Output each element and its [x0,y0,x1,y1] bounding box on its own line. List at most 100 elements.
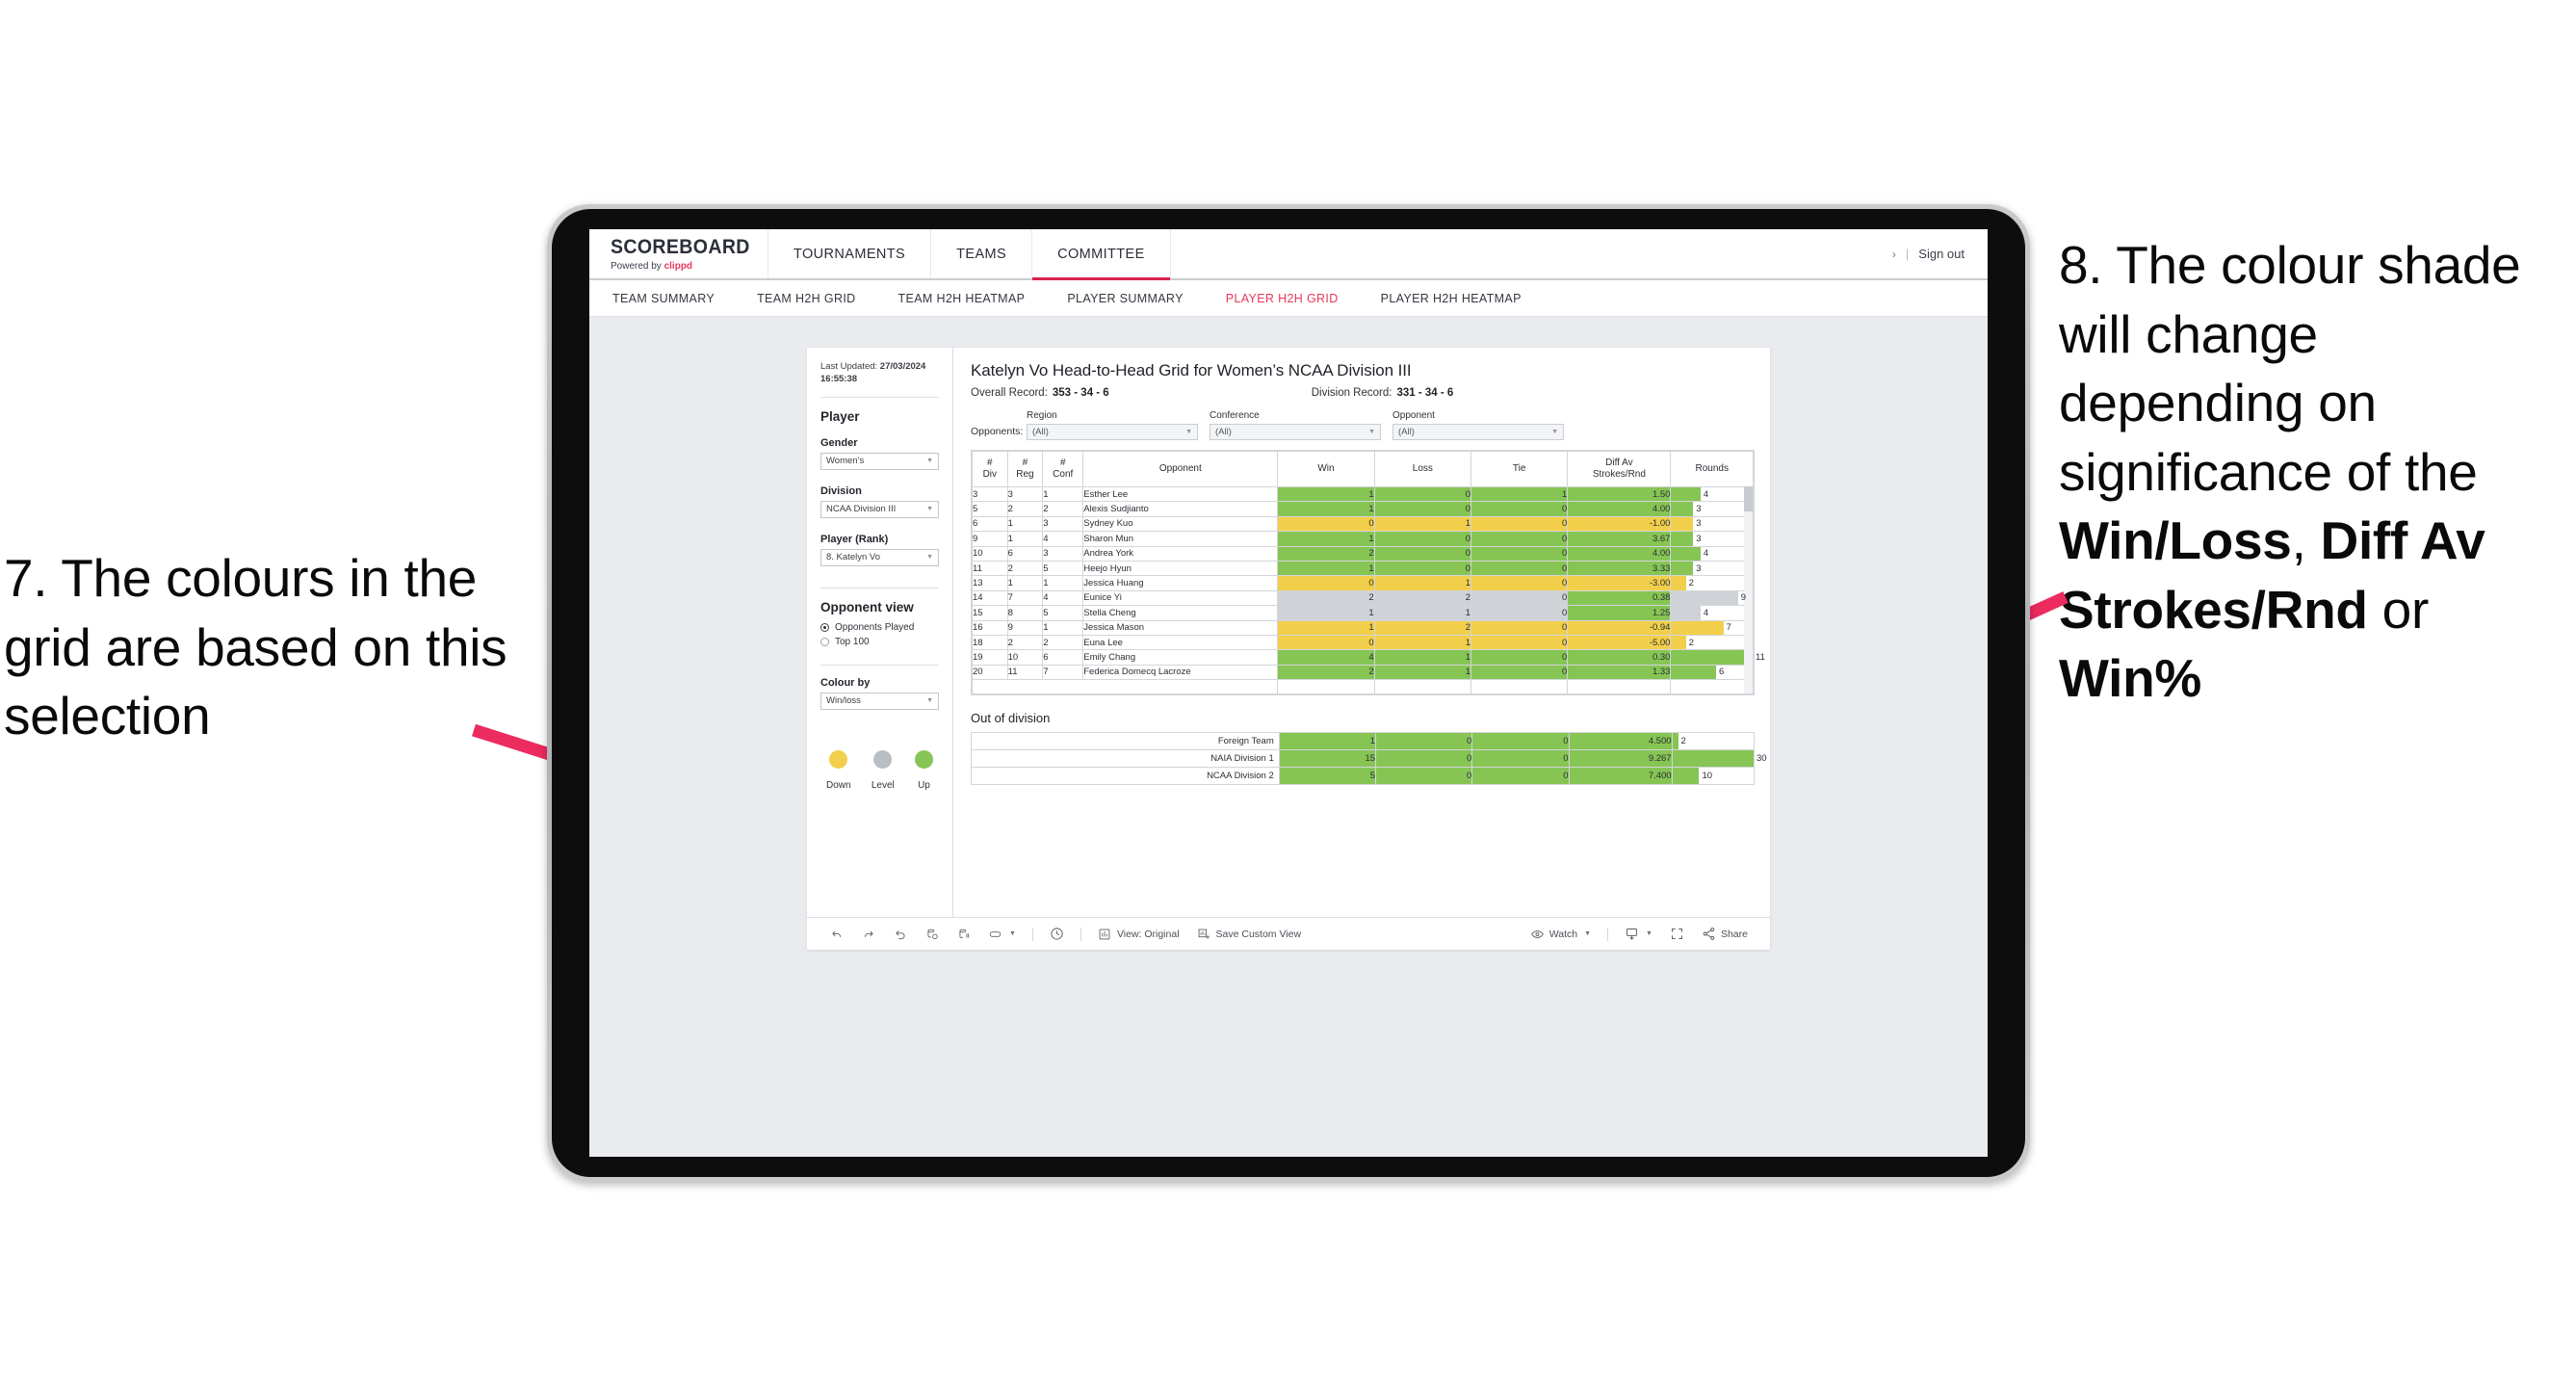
table-row[interactable]: 3 3 1 Esther Lee 1 0 1 1.50 4 [972,485,1754,503]
redo-button[interactable] [852,924,884,945]
player-rank-select[interactable]: 8. Katelyn Vo ▼ [820,548,939,566]
refresh-data-button[interactable] [916,924,948,945]
top-nav-items: TOURNAMENTS TEAMS COMMITTEE [768,229,1171,280]
table-row[interactable]: 19 10 6 Emily Chang 4 1 0 0.30 11 [972,649,1765,666]
topnav-item-teams[interactable]: TEAMS [931,229,1033,278]
filter-region: Region (All) ▼ [1027,410,1198,440]
cell-reg: 8 [1006,605,1044,621]
watch-button[interactable]: Watch ▼ [1522,924,1600,945]
conference-select[interactable]: (All) ▼ [1210,424,1381,440]
table-row[interactable]: 13 1 1 Jessica Huang 0 1 0 -3.00 2 [972,575,1754,591]
tab-team-h2h-heatmap[interactable]: TEAM H2H HEATMAP [877,292,1047,305]
radio-top-100[interactable]: Top 100 [820,637,939,647]
save-custom-view-label: Save Custom View [1215,928,1302,940]
legend-down: Down [826,749,851,791]
annotation-right-bold-winpct: Win% [2059,648,2202,708]
grid-scrollbar-track[interactable] [1744,486,1753,694]
table-row[interactable]: 14 7 4 Eunice Yi 2 2 0 0.38 9 [972,589,1754,607]
division-select[interactable]: NCAA Division III ▼ [820,500,939,518]
rounds-value: 9 [1740,592,1747,604]
colour-by-select[interactable]: Win/loss ▼ [820,692,939,710]
table-row[interactable]: Foreign Team 1 0 0 4.500 2 [971,732,1756,751]
table-row[interactable]: 15 8 5 Stella Cheng 1 1 0 1.25 4 [972,605,1754,621]
revert-icon [893,927,907,941]
table-row[interactable]: 10 6 3 Andrea York 2 0 0 4.00 4 [972,545,1754,562]
highlight-button[interactable]: ▼ [979,924,1025,945]
cell-win: 1 [1277,501,1375,517]
cell-diff: 4.00 [1567,545,1672,562]
sign-out-link[interactable]: Sign out [1918,247,1965,261]
table-row[interactable]: 6 1 3 Sydney Kuo 0 1 0 -1.00 3 [972,515,1754,533]
cell-rounds: 3 [1670,501,1754,517]
table-row[interactable]: NCAA Division 2 5 0 0 7.400 10 [971,767,1756,786]
rounds-bar [1671,532,1694,546]
table-row[interactable]: 5 2 2 Alexis Sudjianto 1 0 0 4.00 3 [972,501,1754,517]
col-opponent: Opponent [1082,451,1279,487]
table-row[interactable]: 20 11 7 Federica Domecq Lacroze 2 1 0 1.33 6 [972,664,1754,681]
cell-reg: 10 [1006,649,1044,666]
sidebar-divider-3 [820,664,939,666]
pause-refresh-button[interactable] [1041,924,1073,945]
tab-team-summary[interactable]: TEAM SUMMARY [612,292,736,305]
table-row[interactable]: 11 2 5 Heejo Hyun 1 0 0 3.33 3 [972,560,1754,577]
cell-diff: 0.30 [1567,649,1672,666]
download-button[interactable]: ▼ [1616,924,1661,945]
tab-team-h2h-grid[interactable]: TEAM H2H GRID [736,292,876,305]
cell-diff: 3.33 [1567,560,1672,577]
view-icon [1098,927,1112,941]
view-original-button[interactable]: View: Original [1089,924,1188,945]
spacer-rounds [1670,679,1754,695]
tab-player-h2h-grid[interactable]: PLAYER H2H GRID [1205,292,1360,305]
cell-tie: 0 [1470,619,1569,636]
fullscreen-button[interactable] [1661,924,1693,945]
topnav-item-tournaments[interactable]: TOURNAMENTS [768,229,932,278]
save-custom-view-button[interactable]: Save Custom View [1188,924,1311,945]
cell-reg: 1 [1006,531,1044,547]
opponent-select[interactable]: (All) ▼ [1392,424,1564,440]
pause-updates-button[interactable] [948,924,979,945]
gender-select[interactable]: Women’s ▼ [820,452,939,470]
cell-conf: 4 [1042,589,1084,607]
refresh-data-icon [924,927,939,941]
bottom-toolbar: ▼ View: Original Save Custom View Watch … [807,917,1770,950]
region-select[interactable]: (All) ▼ [1027,424,1198,440]
cell-loss: 0 [1373,545,1472,562]
records-row: Overall Record: 353 - 34 - 6 Division Re… [971,387,1755,399]
gender-value: Women’s [826,456,865,467]
rounds-value: 6 [1718,667,1725,678]
rounds-bar [1671,665,1716,680]
cell-ood-label: NAIA Division 1 [971,749,1280,769]
cell-reg: 2 [1006,501,1044,517]
topnav-item-committee[interactable]: COMMITTEE [1032,229,1171,280]
cell-ood-rounds: 10 [1671,767,1756,786]
share-button[interactable]: Share [1693,924,1756,945]
tab-player-h2h-heatmap[interactable]: PLAYER H2H HEATMAP [1360,292,1543,305]
cell-win: 2 [1277,545,1375,562]
cell-ood-label: Foreign Team [971,732,1280,751]
h2h-grid-body: 3 3 1 Esther Lee 1 0 1 1.50 4 5 2 2 Alexis Sudjianto… [971,485,1765,695]
player-rank-value: 8. Katelyn Vo [826,552,880,563]
table-row[interactable]: NAIA Division 1 15 0 0 9.267 30 [971,749,1767,769]
cell-win: 2 [1277,589,1375,607]
table-row[interactable]: 18 2 2 Euna Lee 0 1 0 -5.00 2 [972,634,1754,651]
cell-tie: 0 [1470,605,1569,621]
brand-logo[interactable]: SCOREBOARD Powered by clippd [589,229,768,278]
col-reg: # Reg [1006,451,1044,487]
table-row[interactable]: 9 1 4 Sharon Mun 1 0 0 3.67 3 [972,531,1754,547]
colour-by-value: Win/loss [826,695,861,707]
toolbar-divider-3 [1607,927,1609,941]
chevron-down-icon: ▼ [1009,930,1016,937]
cell-diff: 4.00 [1567,501,1672,517]
cell-opponent: Sharon Mun [1082,531,1279,547]
cell-rounds: 4 [1670,605,1754,621]
cell-win: 1 [1277,619,1375,636]
radio-opponents-played[interactable]: Opponents Played [820,622,939,633]
chevron-right-icon[interactable]: › [1892,248,1896,261]
revert-button[interactable] [884,924,916,945]
spacer-tie [1470,679,1569,695]
rounds-value: 10 [1702,771,1713,782]
undo-button[interactable] [820,924,852,945]
tab-player-summary[interactable]: PLAYER SUMMARY [1046,292,1204,305]
h2h-grid-header-row: # Div # Reg # Conf Opponent Win Loss Tie… [972,451,1754,487]
table-row[interactable]: 16 9 1 Jessica Mason 1 2 0 -0.94 7 [972,619,1754,636]
